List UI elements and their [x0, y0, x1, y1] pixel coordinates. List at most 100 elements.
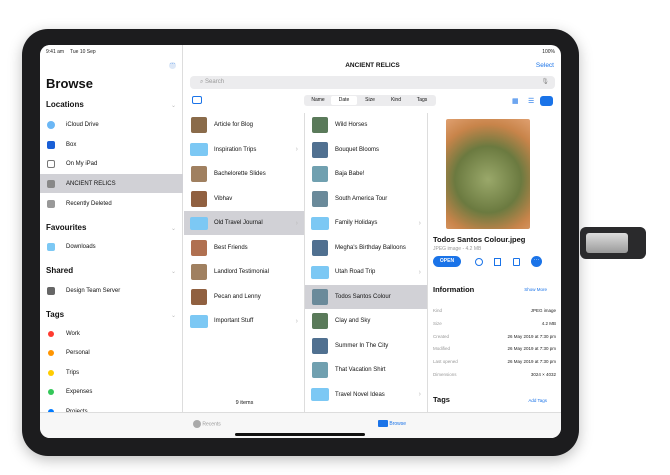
- sort-size[interactable]: Size: [357, 96, 383, 105]
- file-row[interactable]: Bachelorette Slides: [184, 162, 304, 186]
- sidebar-tag-item[interactable]: Expenses: [40, 383, 183, 402]
- file-thumbnail-icon: [312, 337, 328, 354]
- sidebar-item-downloads[interactable]: Downloads: [40, 237, 183, 256]
- select-button[interactable]: Select: [536, 62, 554, 69]
- file-row[interactable]: Megha's Birthday Balloons: [305, 236, 427, 260]
- document-icon[interactable]: [513, 258, 520, 266]
- file-thumbnail-icon: [312, 117, 328, 133]
- chevron-down-icon[interactable]: ⌄: [171, 225, 176, 232]
- file-thumbnail-icon: [312, 239, 328, 256]
- file-row[interactable]: Vibhav: [184, 187, 304, 211]
- file-thumbnail-icon: [191, 288, 207, 305]
- file-row[interactable]: Todos Santos Colour: [305, 284, 427, 309]
- folder-row[interactable]: Family Holidays ›: [305, 211, 427, 235]
- row-label: Wild Horses: [335, 122, 368, 128]
- file-name: Todos Santos Colour.jpeg: [433, 235, 526, 244]
- search-placeholder: Search: [205, 79, 225, 85]
- tab-recents[interactable]: Recents: [193, 420, 221, 428]
- info-value: 26 May 2019 at 7:30 pm: [507, 346, 556, 352]
- show-more-link[interactable]: Show More: [524, 287, 547, 292]
- favourites-header: Favourites: [46, 223, 87, 232]
- file-thumbnail-icon: [312, 313, 328, 329]
- label: ANCIENT RELICS: [66, 180, 116, 187]
- new-folder-icon[interactable]: [192, 96, 202, 104]
- file-row[interactable]: Pecan and Lenny: [184, 285, 304, 309]
- folder-row[interactable]: Inspiration Trips ›: [184, 138, 304, 162]
- label: Work: [66, 330, 80, 337]
- info-key: Dimensions: [433, 372, 457, 377]
- sidebar-item-ipad[interactable]: On My iPad: [40, 154, 183, 173]
- page-title: Browse: [46, 76, 93, 91]
- label: On My iPad: [66, 160, 98, 167]
- file-row[interactable]: Article for Blog: [184, 113, 304, 137]
- preview-image: [446, 119, 530, 229]
- info-value: 4.2 MB: [541, 320, 556, 326]
- file-row[interactable]: Baja Babe!: [305, 162, 427, 186]
- markup-icon[interactable]: [475, 258, 483, 266]
- sidebar-item-box[interactable]: Box: [40, 135, 183, 154]
- folder-row[interactable]: Important Stuff ›: [184, 309, 304, 333]
- status-date: Tue 10 Sep: [70, 49, 96, 55]
- add-tags-link[interactable]: Add Tags: [528, 398, 547, 403]
- folder-icon: [311, 388, 329, 401]
- row-label: Inspiration Trips: [214, 146, 257, 153]
- sidebar-item-recently-deleted[interactable]: Recently Deleted: [40, 194, 183, 213]
- folder-row[interactable]: Travel Novel Ideas ›: [305, 383, 427, 407]
- sidebar-tag-item[interactable]: Work: [40, 324, 183, 343]
- file-row[interactable]: Best Friends: [184, 236, 304, 260]
- item-count: 9 items: [235, 400, 254, 406]
- sort-tags[interactable]: Tags: [409, 96, 435, 105]
- file-thumbnail-icon: [191, 166, 207, 182]
- file-row[interactable]: Landlord Testimonial: [184, 260, 304, 284]
- box-icon: [47, 140, 55, 149]
- row-label: Megha's Birthday Balloons: [335, 244, 406, 251]
- sidebar-item-ancient-relics[interactable]: ANCIENT RELICS: [40, 174, 183, 193]
- list-view-icon[interactable]: ☰: [528, 97, 534, 105]
- column-1: 9 items Article for Blog Inspiration Trips…: [184, 113, 305, 412]
- sort-name[interactable]: Name: [305, 96, 331, 105]
- open-button[interactable]: OPEN: [433, 256, 461, 267]
- sidebar-item-icloud[interactable]: iCloud Drive: [40, 115, 183, 134]
- share-icon[interactable]: [494, 258, 501, 266]
- column-view-icon[interactable]: [540, 96, 553, 106]
- chevron-down-icon[interactable]: ⌄: [171, 312, 176, 319]
- chevron-down-icon[interactable]: ⌄: [171, 102, 176, 109]
- sort-kind[interactable]: Kind: [383, 96, 409, 105]
- file-thumbnail-icon: [312, 362, 328, 378]
- microphone-icon[interactable]: 🎙: [541, 78, 549, 85]
- file-row[interactable]: South America Tour: [305, 187, 427, 211]
- row-label: Bachelorette Slides: [214, 171, 266, 177]
- tab-browse[interactable]: Browse: [378, 420, 406, 427]
- sidebar-tag-item[interactable]: Personal: [40, 344, 183, 363]
- more-icon[interactable]: ···: [169, 62, 176, 69]
- info-key: Last opened: [433, 359, 458, 365]
- row-label: Pecan and Lenny: [214, 293, 261, 300]
- tag-color-dot-icon: [48, 369, 54, 376]
- file-row[interactable]: Wild Horses: [305, 113, 427, 137]
- folder-row[interactable]: Old Travel Journal ›: [184, 211, 304, 235]
- chevron-down-icon[interactable]: ⌄: [171, 268, 176, 275]
- more-actions-icon[interactable]: ···: [531, 256, 542, 267]
- label: Expenses: [66, 389, 93, 395]
- file-row[interactable]: Bouquet Blooms: [305, 138, 427, 162]
- preview-pane: Todos Santos Colour.jpeg JPEG image - 4.…: [428, 113, 561, 412]
- file-thumbnail-icon: [312, 166, 328, 182]
- tag-color-dot-icon: [48, 389, 54, 395]
- grid-view-icon[interactable]: ▦: [512, 97, 519, 105]
- info-row: Kind JPEG image: [433, 308, 556, 313]
- file-row[interactable]: Summer In The City: [305, 334, 427, 358]
- folder-icon: [190, 216, 208, 230]
- folder-icon: [190, 314, 208, 328]
- sidebar-item-design-team-server[interactable]: Design Team Server: [40, 281, 183, 300]
- file-row[interactable]: Clay and Sky: [305, 309, 427, 333]
- info-row: Modified 26 May 2019 at 7:30 pm: [433, 346, 556, 351]
- sort-date[interactable]: Date: [331, 96, 357, 105]
- file-thumbnail-icon: [191, 117, 207, 133]
- sidebar-tag-item[interactable]: Trips: [40, 363, 183, 382]
- folder-row[interactable]: Utah Road Trip ›: [305, 260, 427, 284]
- file-browser: 100% ANCIENT RELICS Select ⌕ Search 🎙 Nam…: [184, 45, 561, 412]
- clock-icon: [193, 420, 201, 428]
- search-input[interactable]: ⌕ Search 🎙: [190, 76, 555, 89]
- label: Personal: [66, 350, 90, 356]
- file-row[interactable]: That Vacation Shirt: [305, 358, 427, 382]
